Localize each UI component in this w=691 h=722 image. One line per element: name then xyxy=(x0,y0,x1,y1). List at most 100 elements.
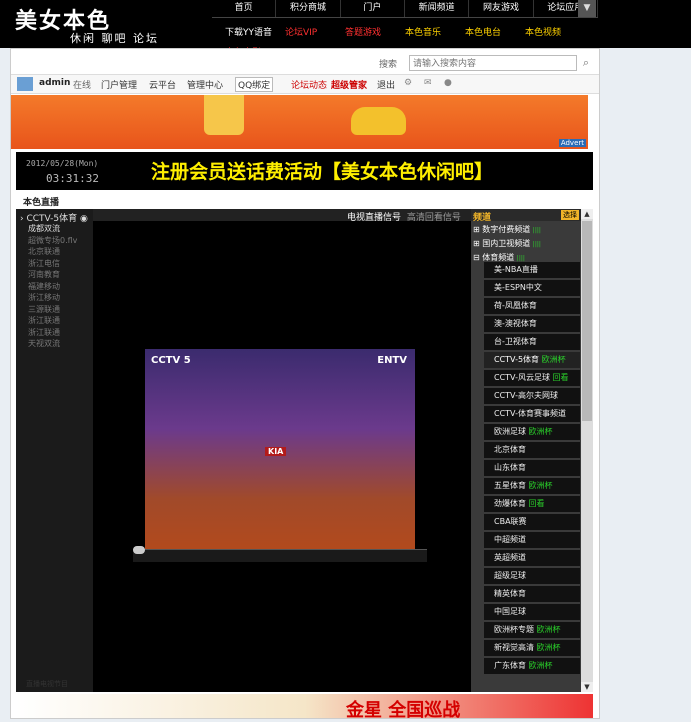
channel-scrollbar[interactable]: ▲ ▼ xyxy=(581,209,593,692)
channel-item[interactable]: 荷-凤凰体育 xyxy=(484,298,580,314)
channel-select-button[interactable]: 选择 xyxy=(561,210,579,220)
tv-source-item[interactable]: 浙江电信 xyxy=(28,258,77,270)
channel-badge: 欧洲杯 xyxy=(528,661,553,670)
expand-plus-icon[interactable]: ⊞ xyxy=(473,225,482,234)
channel-name: 中超频道 xyxy=(494,535,526,544)
channel-item[interactable]: 广东体育 欧洲杯 xyxy=(484,658,580,674)
nav-item-news[interactable]: 新闻频道 xyxy=(405,0,470,17)
channel-item[interactable]: 新视觉高清 欧洲杯 xyxy=(484,640,580,656)
channel-item[interactable]: 精英体育 xyxy=(484,586,580,602)
bottom-ad-banner[interactable]: 金星 全国巡战 xyxy=(16,694,593,721)
nav2-item-yy[interactable]: 下载YY语音 xyxy=(225,23,285,43)
settings-gear-icon[interactable]: ⚙ xyxy=(404,78,412,88)
channel-group[interactable]: ⊞ 数字付费频道 |||| xyxy=(473,223,541,237)
channel-item[interactable]: CCTV-高尔夫网球 xyxy=(484,388,580,404)
tv-source-item[interactable]: 超微专场0.flv xyxy=(28,235,77,247)
channel-item[interactable]: 超级足球 xyxy=(484,568,580,584)
channel-badge: 欧洲杯 xyxy=(528,427,553,436)
notification-bulb-icon[interactable]: ● xyxy=(444,78,452,88)
nav-item-portal[interactable]: 门户 xyxy=(341,0,405,17)
search-input[interactable] xyxy=(409,55,577,71)
nav-item-points-mall[interactable]: 积分商城 xyxy=(276,0,341,17)
tv-source-item[interactable]: 浙江移动 xyxy=(28,292,77,304)
tv-source-item[interactable]: 天视双流 xyxy=(28,338,77,350)
tv-source-list: › CCTV-5体育 ◉ 成都双流 超微专场0.flv 北京联通 浙江电信 河南教育 福建… xyxy=(16,209,93,692)
banner-car-image xyxy=(351,107,406,135)
tv-source-item[interactable]: 三源联通 xyxy=(28,304,77,316)
nav2-item-video[interactable]: 本色视频 xyxy=(525,23,585,43)
channel-group-name: 数字付费频道 xyxy=(482,225,531,234)
video-frame[interactable]: CCTV 5 ENTV KIA xyxy=(145,349,415,549)
primary-nav: 首页 积分商城 门户 新闻频道 网友游戏 论坛应用 xyxy=(212,0,598,18)
qq-bind-button[interactable]: QQ绑定 xyxy=(235,77,274,92)
channel-item[interactable]: 北京体育 xyxy=(484,442,580,458)
tv-source-item[interactable]: 北京联通 xyxy=(28,246,77,258)
mail-icon[interactable]: ✉ xyxy=(424,78,432,88)
search-icon[interactable]: ⌕ xyxy=(579,56,593,70)
collapse-minus-icon[interactable]: ⊟ xyxy=(473,253,482,262)
tv-source-item[interactable]: 河南教育 xyxy=(28,269,77,281)
forum-dynamic-link[interactable]: 论坛动态 xyxy=(291,78,327,91)
channel-item[interactable]: 美-ESPN中文 xyxy=(484,280,580,296)
video-seek-handle[interactable] xyxy=(133,546,145,554)
channel-group[interactable]: ⊞ 国内卫视频道 |||| xyxy=(473,237,541,251)
channel-item[interactable]: 台-卫视体育 xyxy=(484,334,580,350)
scroll-up-arrow-icon[interactable]: ▲ xyxy=(581,209,593,219)
nav-item-games[interactable]: 网友游戏 xyxy=(469,0,534,17)
channel-name: 广东体育 xyxy=(494,661,526,670)
expand-plus-icon[interactable]: ⊞ xyxy=(473,239,482,248)
online-status[interactable]: 在线 xyxy=(73,78,91,91)
cloud-platform-link[interactable]: 云平台 xyxy=(149,78,176,91)
tv-footer-text: 直播电视节目 xyxy=(26,680,68,688)
nav2-item-quiz[interactable]: 答题游戏 xyxy=(345,23,405,43)
scroll-thumb[interactable] xyxy=(582,221,592,421)
portal-admin-link[interactable]: 门户管理 xyxy=(101,78,137,91)
channel-item[interactable]: 山东体育 xyxy=(484,460,580,476)
role-link[interactable]: 超级管家 xyxy=(331,78,367,91)
channel-name: 五星体育 xyxy=(494,481,526,490)
tv-source-item[interactable]: 福建移动 xyxy=(28,281,77,293)
scroll-down-arrow-icon[interactable]: ▼ xyxy=(581,682,593,692)
channel-item[interactable]: 欧洲杯专题 欧洲杯 xyxy=(484,622,580,638)
channel-group-badge: |||| xyxy=(532,241,541,248)
channel-item[interactable]: 英超频道 xyxy=(484,550,580,566)
username[interactable]: admin xyxy=(39,78,70,88)
channel-item[interactable]: 五星体育 欧洲杯 xyxy=(484,478,580,494)
promo-banner[interactable]: 2012/05/28(Mon) 03:31:32 注册会员送话费活动【美女本色休… xyxy=(16,152,593,190)
channel-name: 欧洲杯专题 xyxy=(494,625,534,634)
video-control-bar[interactable] xyxy=(133,546,427,562)
channel-item[interactable]: CCTV-风云足球 回看 xyxy=(484,370,580,386)
avatar[interactable] xyxy=(17,77,33,91)
channel-badge: 欧洲杯 xyxy=(536,625,561,634)
channel-badge: 回看 xyxy=(528,499,545,508)
channel-badge: 欧洲杯 xyxy=(536,643,561,652)
admin-center-link[interactable]: 管理中心 xyxy=(187,78,223,91)
channel-name: 英超频道 xyxy=(494,553,526,562)
channel-item[interactable]: 澳-澳视体育 xyxy=(484,316,580,332)
tv-source-item[interactable]: 成都双流 xyxy=(28,223,77,235)
channel-item[interactable]: 劲爆体育 回看 xyxy=(484,496,580,512)
channel-item[interactable]: CBA联赛 xyxy=(484,514,580,530)
tv-source-item[interactable]: 浙江联通 xyxy=(28,327,77,339)
channel-item[interactable]: 中国足球 xyxy=(484,604,580,620)
channel-name: CCTV-5体育 xyxy=(494,355,540,364)
channel-item[interactable]: 欧洲足球 欧洲杯 xyxy=(484,424,580,440)
channel-item[interactable]: CCTV-5体育 欧洲杯 xyxy=(484,352,580,368)
nav-dropdown-chevron-icon[interactable]: ▼ xyxy=(578,0,596,17)
logout-link[interactable]: 退出 xyxy=(377,78,395,91)
nav-item-home[interactable]: 首页 xyxy=(212,0,277,17)
nav2-item-music[interactable]: 本色音乐 xyxy=(405,23,465,43)
video-area[interactable]: CCTV 5 ENTV KIA xyxy=(93,221,471,692)
search-row: 搜索 ⌕ xyxy=(11,53,599,73)
channel-item[interactable]: 中超频道 xyxy=(484,532,580,548)
channel-name: 超级足球 xyxy=(494,571,526,580)
channel-group-name: 体育频道 xyxy=(482,253,515,262)
channel-item[interactable]: 美-NBA直播 xyxy=(484,262,580,278)
sponsor-logo: KIA xyxy=(265,447,287,456)
channel-item[interactable]: CCTV-体育赛事频道 xyxy=(484,406,580,422)
channel-name: 欧洲足球 xyxy=(494,427,526,436)
nav2-item-radio[interactable]: 本色电台 xyxy=(465,23,525,43)
nav2-item-vip[interactable]: 论坛VIP xyxy=(285,23,345,43)
tv-source-item[interactable]: 浙江联通 xyxy=(28,315,77,327)
ad-banner[interactable]: Advert xyxy=(11,95,588,149)
